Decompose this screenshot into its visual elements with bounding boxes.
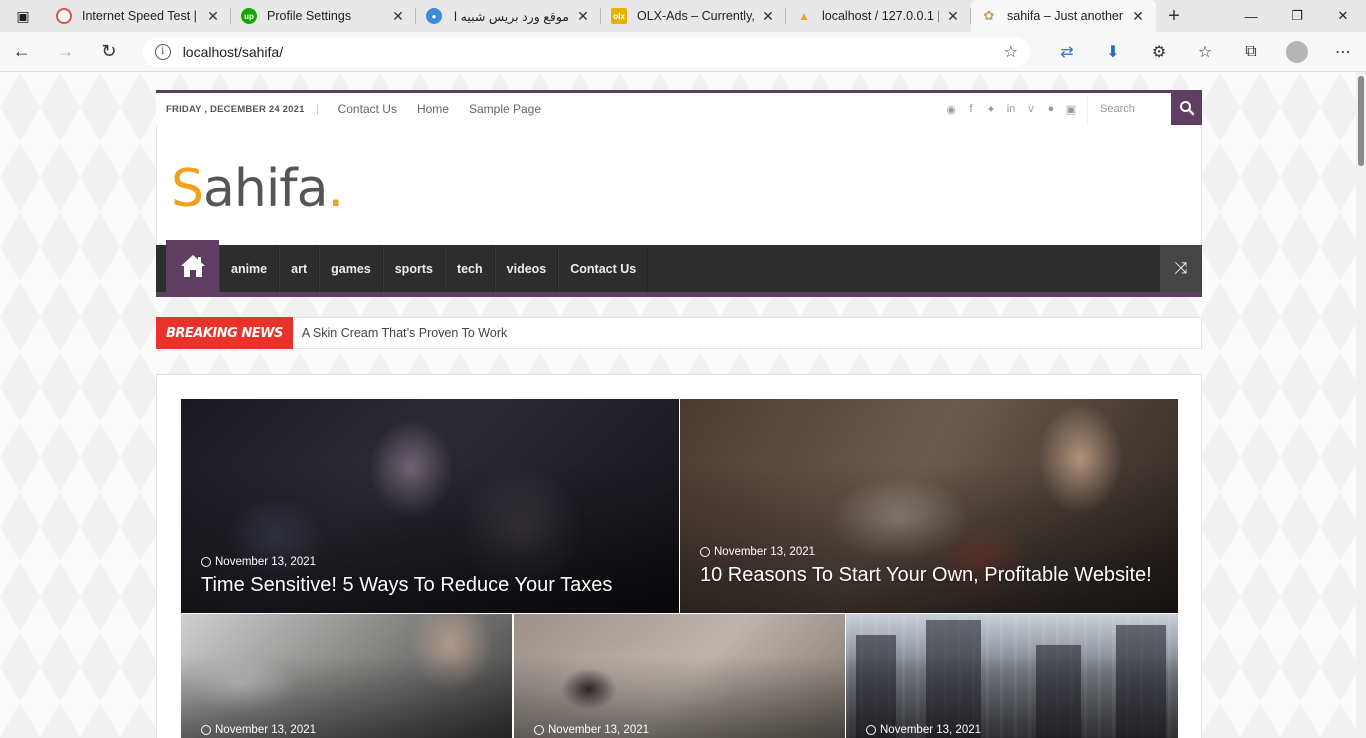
post-date: November 13, 2021	[700, 546, 815, 558]
apple-icon[interactable]: ●	[1045, 103, 1057, 115]
forward-button[interactable]: →	[44, 32, 88, 72]
extensions-icon[interactable]: ⚙	[1136, 32, 1182, 72]
profile-avatar[interactable]	[1274, 32, 1320, 72]
more-menu-icon[interactable]: ⋯	[1320, 32, 1366, 72]
post-title[interactable]: Time Sensitive! 5 Ways To Reduce Your Ta…	[201, 574, 612, 597]
clock-icon	[700, 547, 710, 557]
restore-icon[interactable]: ❐	[1274, 0, 1320, 32]
nav-item-sports[interactable]: sports	[382, 245, 445, 292]
linkedin-icon[interactable]: in	[1005, 103, 1017, 115]
twitter-icon[interactable]: ✦	[985, 103, 997, 116]
search-input[interactable]: Search	[1087, 95, 1171, 123]
close-icon[interactable]: ✕	[390, 8, 406, 25]
current-date: FRIDAY , DECEMBER 24 2021	[166, 103, 318, 115]
site-logo[interactable]: Sahifa.	[171, 159, 344, 219]
close-window-icon[interactable]: ✕	[1320, 0, 1366, 32]
search-icon	[1179, 100, 1194, 115]
wordpress-icon: ✿	[983, 8, 995, 23]
breaking-news-headline[interactable]: A Skin Cream That’s Proven To Work	[302, 326, 507, 340]
top-link-sample-page[interactable]: Sample Page	[469, 102, 541, 116]
post-date: November 13, 2021	[866, 724, 981, 736]
speedometer-icon	[56, 8, 72, 24]
add-favorite-icon[interactable]: ☆	[1004, 42, 1018, 62]
info-icon[interactable]: i	[154, 43, 171, 60]
nav-item-games[interactable]: games	[319, 245, 383, 292]
post-title[interactable]: 10 Reasons To Start Your Own, Profitable…	[700, 564, 1152, 587]
new-tab-button[interactable]: +	[1156, 0, 1192, 32]
facebook-icon[interactable]: f	[965, 103, 977, 115]
post-date: November 13, 2021	[534, 724, 649, 736]
search-button[interactable]	[1171, 90, 1202, 125]
close-icon[interactable]: ✕	[205, 8, 221, 25]
close-icon[interactable]: ✕	[945, 8, 961, 25]
nav-item-videos[interactable]: videos	[494, 245, 559, 292]
scrollbar-thumb[interactable]	[1358, 76, 1364, 166]
top-link-contact[interactable]: Contact Us	[338, 102, 397, 116]
featured-slider: November 13, 2021 Time Sensitive! 5 Ways…	[156, 374, 1202, 738]
address-bar: ← → ↻ i localhost/sahifa/ ☆ ⇄ ⬇ ⚙ ☆ ⧉ ⋯	[0, 32, 1366, 72]
social-icons: ◉ f ✦ in v ● ▣	[945, 103, 1077, 116]
rss-icon[interactable]: ◉	[945, 103, 957, 116]
shuffle-icon: ⤨	[1174, 259, 1188, 277]
featured-post[interactable]: November 13, 2021 10 Reasons To Start Yo…	[680, 399, 1178, 613]
nav-item-art[interactable]: art	[279, 245, 320, 292]
page-viewport: FRIDAY , DECEMBER 24 2021 Contact Us Hom…	[0, 72, 1366, 738]
page-scrollbar[interactable]	[1356, 72, 1366, 738]
site-header: Sahifa.	[156, 125, 1202, 245]
random-post-button[interactable]: ⤨	[1160, 245, 1202, 292]
breaking-news-label: BREAKING NEWS	[156, 317, 293, 349]
window-controls: — ❐ ✕	[1228, 0, 1366, 32]
favorites-icon[interactable]: ☆	[1182, 32, 1228, 72]
site-icon: ●	[426, 8, 442, 24]
nav-item-contact[interactable]: Contact Us	[558, 245, 649, 292]
back-button[interactable]: ←	[0, 32, 44, 72]
download-icon[interactable]: ⬇	[1090, 32, 1136, 72]
home-button[interactable]	[166, 240, 219, 292]
post-date: November 13, 2021	[201, 724, 316, 736]
main-navigation: anime art games sports tech videos Conta…	[156, 240, 1202, 297]
minimize-icon[interactable]: —	[1228, 0, 1274, 32]
clock-icon	[534, 725, 544, 735]
close-icon[interactable]: ✕	[575, 8, 591, 25]
browser-tab[interactable]: ▲ localhost / 127.0.0.1 | p ✕	[786, 0, 971, 32]
vimeo-icon[interactable]: v	[1025, 103, 1037, 115]
url-field[interactable]: i localhost/sahifa/ ☆	[142, 36, 1030, 67]
upwork-icon: up	[241, 8, 257, 24]
translate-icon[interactable]: ⇄	[1044, 32, 1090, 72]
top-bar: FRIDAY , DECEMBER 24 2021 Contact Us Hom…	[156, 90, 1202, 125]
featured-post[interactable]: November 13, 2021	[846, 614, 1178, 738]
phpmyadmin-icon: ▲	[798, 9, 810, 23]
browser-tab[interactable]: up Profile Settings ✕	[231, 0, 416, 32]
featured-post[interactable]: November 13, 2021	[181, 614, 512, 738]
home-icon	[180, 255, 205, 277]
refresh-button[interactable]: ↻	[87, 32, 131, 72]
close-icon[interactable]: ✕	[1130, 8, 1146, 25]
post-date: November 13, 2021	[201, 556, 316, 568]
close-icon[interactable]: ✕	[760, 8, 776, 25]
clock-icon	[201, 557, 211, 567]
browser-tab[interactable]: olx OLX-Ads – Currently, v ✕	[601, 0, 786, 32]
browser-tab-bar: ▣ Internet Speed Test | F ✕ up Profile S…	[0, 0, 1366, 32]
instagram-icon[interactable]: ▣	[1065, 103, 1077, 116]
browser-tab-active[interactable]: ✿ sahifa – Just another W ✕	[971, 0, 1156, 32]
tab-actions-icon[interactable]: ▣	[0, 0, 46, 32]
nav-item-tech[interactable]: tech	[444, 245, 495, 292]
browser-tab[interactable]: ● موقع ورد بريس شبيه ا ✕	[416, 0, 601, 32]
clock-icon	[866, 725, 876, 735]
browser-tab[interactable]: Internet Speed Test | F ✕	[46, 0, 231, 32]
collections-icon[interactable]: ⧉	[1228, 32, 1274, 72]
featured-post[interactable]: November 13, 2021	[514, 614, 845, 738]
olx-icon: olx	[611, 8, 627, 24]
clock-icon	[201, 725, 211, 735]
featured-post[interactable]: November 13, 2021 Time Sensitive! 5 Ways…	[181, 399, 679, 613]
nav-item-anime[interactable]: anime	[219, 245, 280, 292]
breaking-news-bar: BREAKING NEWS A Skin Cream That’s Proven…	[156, 317, 1202, 349]
top-link-home[interactable]: Home	[417, 102, 449, 116]
